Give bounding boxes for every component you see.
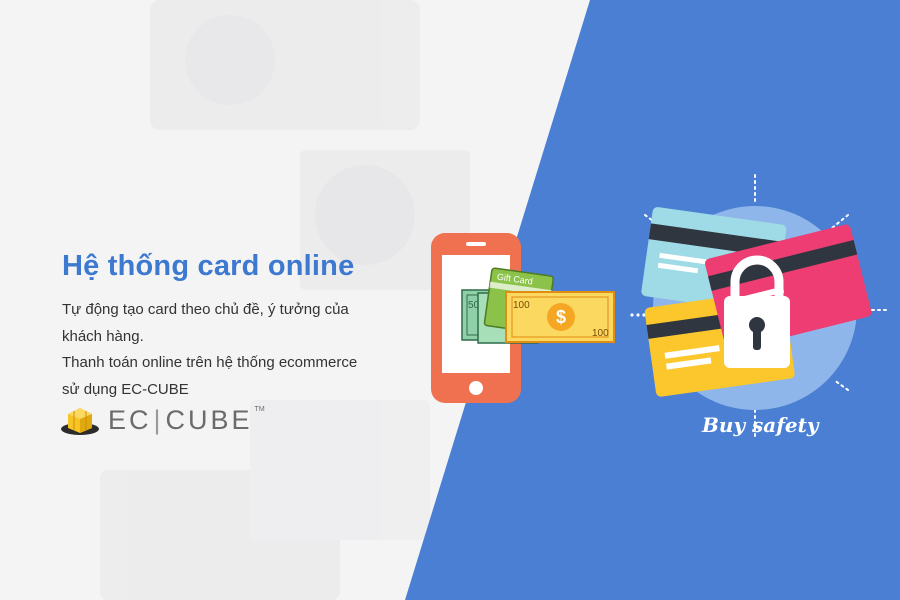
currency-symbol: $ — [556, 307, 566, 327]
buy-safety-label: Buy safety — [702, 413, 819, 437]
illustration: 50 Gift Card $ 100 100 — [431, 174, 891, 441]
bill-value-top: 100 — [513, 300, 530, 311]
bill-value-bottom: 100 — [592, 328, 609, 339]
dollar-bill-icon: $ 100 100 — [505, 291, 615, 343]
